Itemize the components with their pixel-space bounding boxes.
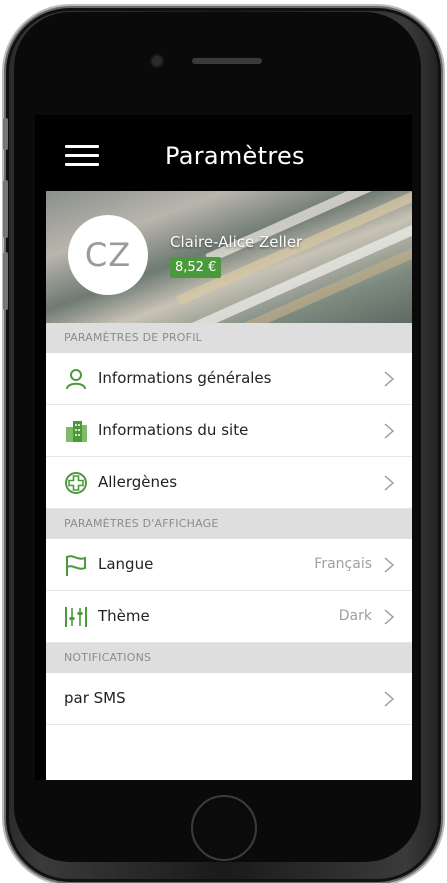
profile-banner: CZ Claire-Alice Zeller 8,52 €: [46, 191, 412, 323]
row-site-info[interactable]: Informations du site: [46, 405, 412, 457]
row-general-info[interactable]: Informations générales: [46, 353, 412, 405]
earpiece-speaker: [192, 58, 262, 64]
plus-circle-icon: [65, 472, 87, 494]
row-label: Informations générales: [98, 369, 272, 387]
row-label: Informations du site: [98, 421, 249, 439]
settings-content: CZ Claire-Alice Zeller 8,52 € PARAMÈTRES…: [46, 191, 412, 780]
row-label: Allergènes: [98, 473, 178, 491]
flag-icon: [66, 555, 86, 576]
page-title: Paramètres: [165, 142, 305, 170]
row-allergens[interactable]: Allergènes: [46, 457, 412, 509]
row-label: Thème: [98, 607, 150, 625]
building-icon: [66, 421, 87, 442]
volume-down-button: [3, 252, 8, 310]
user-name: Claire-Alice Zeller: [170, 233, 303, 251]
theme-value: Dark: [338, 608, 372, 624]
front-camera: [152, 56, 162, 66]
row-theme[interactable]: Thème Dark: [46, 591, 412, 643]
mute-switch: [3, 118, 8, 150]
home-button[interactable]: [191, 795, 257, 861]
row-label: Langue: [98, 555, 154, 573]
app-header: Paramètres: [35, 115, 412, 191]
row-label: par SMS: [64, 689, 126, 707]
chevron-right-icon: [384, 475, 395, 491]
avatar[interactable]: CZ: [68, 215, 148, 295]
section-notifications-header: NOTIFICATIONS: [46, 643, 412, 673]
chevron-right-icon: [384, 691, 395, 707]
chevron-right-icon: [384, 557, 395, 573]
app-screen: Paramètres CZ Claire-Alice Zeller 8,52 €…: [35, 115, 412, 780]
sliders-icon: [65, 607, 87, 627]
chevron-right-icon: [384, 423, 395, 439]
chevron-right-icon: [384, 371, 395, 387]
row-sms[interactable]: par SMS: [46, 673, 412, 725]
balance-badge: 8,52 €: [170, 257, 222, 278]
hamburger-menu-icon[interactable]: [65, 145, 99, 167]
volume-up-button: [3, 180, 8, 238]
row-language[interactable]: Langue Français: [46, 539, 412, 591]
section-display-header: PARAMÈTRES D'AFFICHAGE: [46, 509, 412, 539]
language-value: Français: [314, 556, 372, 572]
section-profile-header: PARAMÈTRES DE PROFIL: [46, 323, 412, 353]
user-icon: [66, 369, 86, 390]
chevron-right-icon: [384, 609, 395, 625]
